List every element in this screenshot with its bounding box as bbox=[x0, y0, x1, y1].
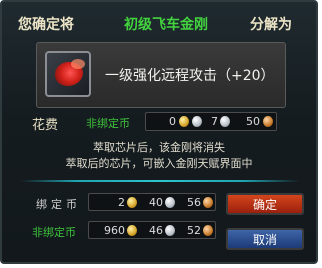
result-skill-panel: 一级强化远程攻击（+20） bbox=[36, 42, 286, 108]
crystal-highlight bbox=[71, 59, 85, 69]
red-crystal-icon bbox=[45, 51, 91, 97]
cost-amount-field: 0 7 50 bbox=[145, 112, 277, 131]
unbound-copper-value: 52 bbox=[187, 224, 201, 237]
bound-currency-field: 2 40 56 bbox=[88, 193, 216, 211]
copper-coin-icon bbox=[203, 225, 213, 236]
divider bbox=[20, 180, 300, 182]
title-prefix: 您确定将 bbox=[18, 17, 74, 33]
cost-currency-label: 非绑定币 bbox=[86, 117, 130, 130]
gold-coin-icon bbox=[179, 116, 189, 127]
decompose-dialog: 您确定将 初级飞车金刚 分解为 一级强化远程攻击（+20） 花费 非绑定币 0 … bbox=[0, 0, 318, 264]
unbound-silver-value: 46 bbox=[149, 224, 163, 237]
cost-copper-value: 50 bbox=[246, 115, 260, 128]
hint-text: 萃取后的芯片，可嵌入金刚天赋界面中 bbox=[65, 157, 253, 170]
bound-currency-label: 绑定币 bbox=[36, 198, 81, 211]
silver-coin-icon bbox=[165, 225, 175, 236]
copper-coin-icon bbox=[203, 197, 213, 208]
bound-silver-value: 40 bbox=[149, 196, 163, 209]
gold-coin-icon bbox=[127, 225, 137, 236]
bound-gold-value: 2 bbox=[118, 196, 125, 209]
copper-coin-icon bbox=[263, 116, 273, 127]
warning-text: 萃取芯片后，该金刚将消失 bbox=[93, 141, 225, 154]
silver-coin-icon bbox=[220, 116, 230, 127]
skill-name: 一级强化远程攻击（+20） bbox=[105, 68, 275, 84]
cost-label: 花费 bbox=[32, 118, 59, 133]
unbound-gold-value: 960 bbox=[104, 224, 125, 237]
item-name: 初级飞车金刚 bbox=[124, 17, 208, 33]
silver-coin-icon bbox=[165, 197, 175, 208]
cancel-button[interactable]: 取消 bbox=[226, 228, 304, 250]
unbound-currency-label: 非绑定币 bbox=[32, 226, 76, 239]
unbound-currency-field: 960 46 52 bbox=[88, 221, 216, 239]
title-suffix: 分解为 bbox=[250, 17, 292, 33]
bound-copper-value: 56 bbox=[187, 196, 201, 209]
dialog-header: 您确定将 初级飞车金刚 分解为 bbox=[2, 14, 316, 34]
confirm-button[interactable]: 确定 bbox=[226, 193, 304, 215]
gold-coin-icon bbox=[127, 197, 137, 208]
cost-silver-value: 7 bbox=[211, 115, 218, 128]
cost-gold-value: 0 bbox=[169, 115, 176, 128]
